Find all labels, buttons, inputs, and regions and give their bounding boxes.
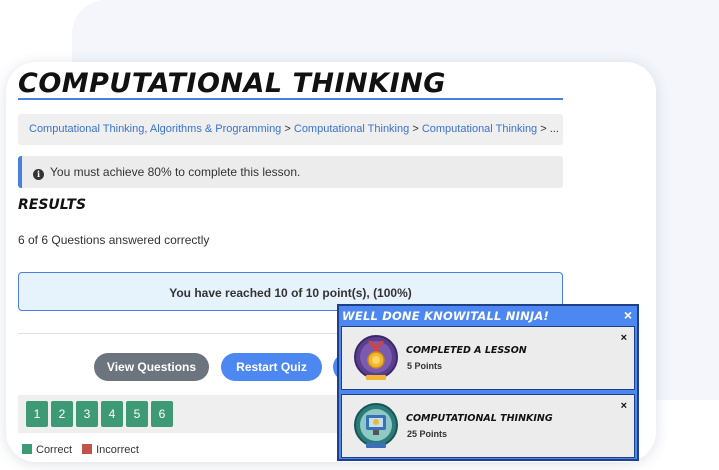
- award-close-icon[interactable]: ×: [621, 400, 627, 412]
- view-questions-button[interactable]: View Questions: [94, 353, 209, 381]
- info-icon: i: [33, 169, 44, 180]
- breadcrumb-separator: >: [412, 123, 419, 135]
- notice-text: You must achieve 80% to complete this le…: [50, 165, 301, 179]
- answer-legend: Correct Incorrect: [22, 444, 139, 456]
- breadcrumb-link-3[interactable]: Computational Thinking: [422, 123, 537, 135]
- page-title: COMPUTATIONAL THINKING: [18, 68, 446, 99]
- restart-quiz-button[interactable]: Restart Quiz: [221, 353, 322, 381]
- medal-badge-icon: [354, 335, 398, 380]
- incorrect-swatch: [82, 444, 93, 454]
- award-points: 25 Points: [407, 429, 448, 439]
- completion-notice: i You must achieve 80% to complete this l…: [18, 156, 563, 188]
- award-title: COMPUTATIONAL THINKING: [406, 413, 553, 424]
- legend-correct-label: Correct: [36, 444, 73, 456]
- popup-close-icon[interactable]: ×: [624, 307, 632, 323]
- legend-incorrect-label: Incorrect: [96, 444, 139, 456]
- breadcrumb-link-2[interactable]: Computational Thinking: [294, 123, 409, 135]
- question-number-button[interactable]: 2: [51, 401, 73, 427]
- computational-thinking-badge-icon: [354, 403, 398, 448]
- question-number-button[interactable]: 3: [76, 401, 98, 427]
- question-number-button[interactable]: 5: [126, 401, 148, 427]
- award-close-icon[interactable]: ×: [621, 332, 627, 344]
- popup-heading: WELL DONE KNOWITALL NINJA!: [342, 309, 549, 323]
- score-text: You have reached 10 of 10 point(s), (100…: [169, 286, 412, 300]
- results-heading: RESULTS: [18, 197, 87, 213]
- breadcrumb: Computational Thinking, Algorithms & Pro…: [18, 114, 563, 145]
- question-number-button[interactable]: 6: [151, 401, 173, 427]
- questions-correct-count: 6 of 6 Questions answered correctly: [18, 233, 210, 247]
- breadcrumb-ellipsis: ...: [549, 123, 559, 135]
- question-number-button[interactable]: 1: [26, 401, 48, 427]
- title-underline: [18, 98, 563, 100]
- question-number-button[interactable]: 4: [101, 401, 123, 427]
- award-points: 5 Points: [407, 361, 443, 371]
- award-card: COMPUTATIONAL THINKING 25 Points ×: [341, 394, 635, 458]
- award-title: COMPLETED A LESSON: [406, 345, 527, 356]
- correct-swatch: [22, 444, 32, 454]
- breadcrumb-separator: >: [540, 123, 547, 135]
- breadcrumb-separator: >: [284, 123, 291, 135]
- screen: COMPUTATIONAL THINKING Computational Thi…: [0, 0, 719, 470]
- breadcrumb-link-1[interactable]: Computational Thinking, Algorithms & Pro…: [29, 123, 281, 135]
- award-card: COMPLETED A LESSON 5 Points ×: [341, 326, 635, 390]
- achievement-popup: WELL DONE KNOWITALL NINJA! × COMPLETED A…: [337, 304, 639, 461]
